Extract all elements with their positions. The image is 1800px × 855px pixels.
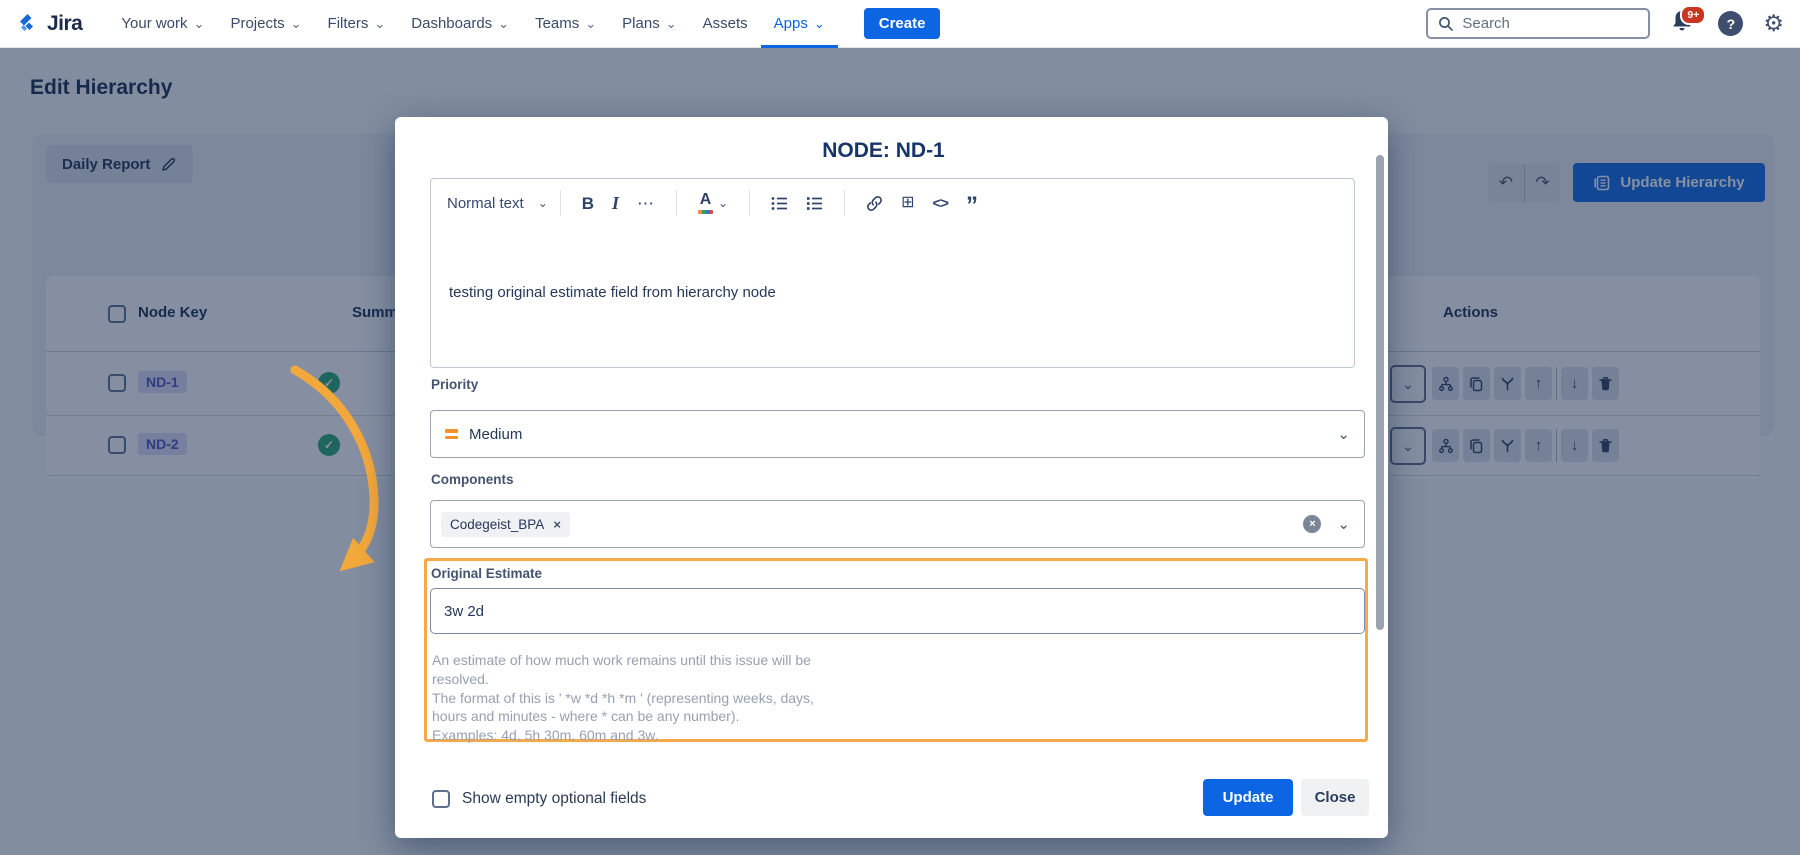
link-button[interactable]	[857, 191, 892, 216]
link-icon	[866, 195, 883, 212]
jira-screen: Jira Your work ⌄ Projects ⌄ Filters ⌄ Da…	[0, 0, 1800, 855]
text-color-icon: A	[698, 192, 713, 214]
chevron-down-icon: ⌄	[374, 19, 385, 29]
editor-toolbar: Normal text ⌄ B I ⋯ A ⌄	[431, 179, 1354, 227]
jira-logo-text: Jira	[47, 12, 82, 36]
description-text[interactable]: testing original estimate field from hie…	[449, 284, 776, 301]
show-empty-fields-label: Show empty optional fields	[462, 790, 646, 808]
chevron-down-icon: ⌄	[194, 19, 205, 29]
original-estimate-help: An estimate of how much work remains unt…	[432, 651, 814, 745]
numbered-list-icon	[806, 196, 823, 211]
bold-button[interactable]: B	[573, 191, 603, 216]
question-icon: ?	[1727, 16, 1736, 32]
modal-scrollbar[interactable]	[1376, 155, 1384, 630]
search-icon	[1438, 16, 1454, 32]
nav-item-apps[interactable]: Apps ⌄	[761, 0, 838, 48]
priority-medium-icon	[445, 429, 458, 439]
code-button[interactable]: <>	[924, 192, 958, 215]
node-edit-modal: NODE: ND-1 Normal text ⌄ B I ⋯ A ⌄	[395, 117, 1388, 838]
components-label: Components	[431, 472, 514, 487]
numbered-list-button[interactable]	[797, 192, 832, 215]
bullet-list-button[interactable]	[762, 192, 797, 215]
nav-right-cluster: 9+ ? ⚙	[1426, 8, 1784, 39]
clear-all-icon[interactable]: ×	[1303, 515, 1321, 533]
jira-logo[interactable]: Jira	[16, 12, 82, 36]
show-empty-fields-checkbox[interactable]	[432, 790, 450, 808]
bullet-list-icon	[771, 196, 788, 211]
divider	[560, 190, 561, 216]
jira-logo-icon	[16, 12, 40, 36]
show-empty-fields-control: Show empty optional fields	[432, 790, 646, 808]
component-chip: Codegeist_BPA ×	[441, 512, 570, 537]
divider	[676, 190, 677, 216]
nav-item-filters[interactable]: Filters ⌄	[315, 0, 399, 48]
search-input[interactable]	[1462, 15, 1622, 32]
table-button[interactable]: ⊞	[892, 191, 923, 215]
original-estimate-input[interactable]	[430, 588, 1365, 634]
update-button[interactable]: Update	[1203, 779, 1293, 816]
settings-button[interactable]: ⚙	[1763, 12, 1784, 35]
chevron-down-icon: ⌄	[291, 19, 302, 29]
components-select[interactable]: Codegeist_BPA × × ⌄	[430, 500, 1365, 548]
italic-button[interactable]: I	[603, 190, 628, 216]
description-editor[interactable]: Normal text ⌄ B I ⋯ A ⌄	[430, 178, 1355, 368]
remove-chip-icon[interactable]: ×	[553, 517, 561, 532]
chevron-down-icon: ⌄	[814, 19, 825, 29]
chevron-down-icon: ⌄	[1337, 515, 1350, 533]
divider	[844, 190, 845, 216]
nav-item-dashboards[interactable]: Dashboards ⌄	[398, 0, 522, 48]
original-estimate-label: Original Estimate	[431, 566, 542, 581]
nav-item-assets[interactable]: Assets	[690, 0, 761, 48]
chevron-down-icon: ⌄	[585, 19, 596, 29]
quote-button[interactable]: ”	[957, 191, 987, 215]
chevron-down-icon: ⌄	[538, 196, 548, 210]
text-style-select[interactable]: Normal text ⌄	[447, 195, 548, 212]
priority-select[interactable]: Medium ⌄	[430, 410, 1365, 458]
gear-icon: ⚙	[1763, 10, 1784, 36]
notification-badge: 9+	[1680, 5, 1706, 25]
more-formatting-button[interactable]: ⋯	[628, 191, 664, 216]
chevron-down-icon: ⌄	[666, 19, 677, 29]
nav-item-plans[interactable]: Plans ⌄	[609, 0, 689, 48]
priority-label: Priority	[431, 377, 478, 392]
chevron-down-icon: ⌄	[498, 19, 509, 29]
chevron-down-icon: ⌄	[1337, 425, 1350, 443]
top-nav: Jira Your work ⌄ Projects ⌄ Filters ⌄ Da…	[0, 0, 1800, 48]
divider	[749, 190, 750, 216]
create-button[interactable]: Create	[864, 8, 941, 39]
chevron-down-icon: ⌄	[718, 197, 728, 209]
priority-value: Medium	[469, 426, 522, 443]
modal-title: NODE: ND-1	[395, 139, 1372, 163]
nav-item-teams[interactable]: Teams ⌄	[522, 0, 609, 48]
notifications-button[interactable]: 9+	[1670, 9, 1698, 39]
close-button[interactable]: Close	[1301, 779, 1369, 816]
help-button[interactable]: ?	[1718, 11, 1743, 36]
nav-item-your-work[interactable]: Your work ⌄	[108, 0, 217, 48]
text-color-button[interactable]: A ⌄	[689, 188, 737, 218]
nav-item-projects[interactable]: Projects ⌄	[217, 0, 314, 48]
search-box[interactable]	[1426, 8, 1650, 39]
